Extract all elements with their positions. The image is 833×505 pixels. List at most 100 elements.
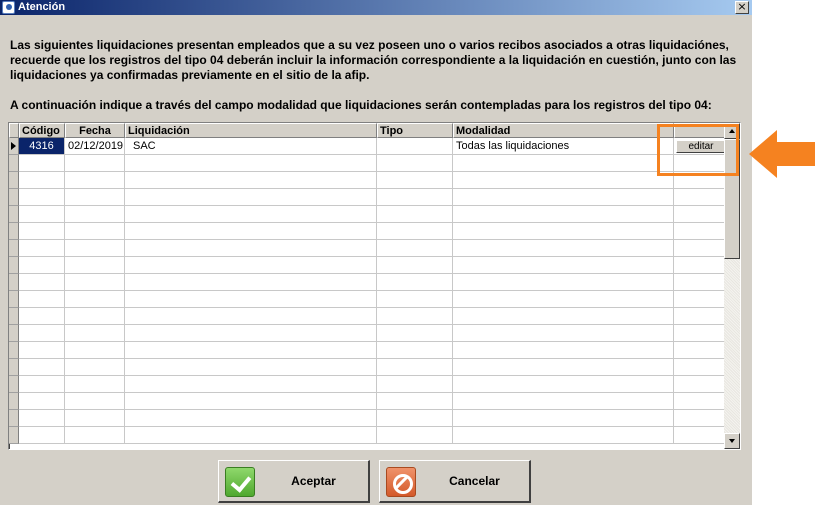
empty-cell[interactable] (453, 308, 674, 325)
empty-cell[interactable] (65, 257, 125, 274)
empty-cell[interactable] (125, 308, 377, 325)
empty-cell[interactable] (125, 410, 377, 427)
empty-cell[interactable] (674, 427, 725, 444)
column-header-modalidad[interactable]: Modalidad (453, 123, 674, 138)
row-indicator[interactable] (9, 274, 19, 291)
empty-cell[interactable] (377, 240, 453, 257)
row-indicator[interactable] (9, 359, 19, 376)
empty-cell[interactable] (19, 308, 65, 325)
empty-row[interactable] (9, 342, 725, 359)
empty-cell[interactable] (377, 257, 453, 274)
empty-row[interactable] (9, 376, 725, 393)
empty-cell[interactable] (377, 274, 453, 291)
empty-cell[interactable] (453, 342, 674, 359)
empty-cell[interactable] (65, 172, 125, 189)
empty-cell[interactable] (65, 359, 125, 376)
empty-cell[interactable] (19, 189, 65, 206)
empty-cell[interactable] (377, 172, 453, 189)
empty-cell[interactable] (377, 376, 453, 393)
empty-cell[interactable] (674, 393, 725, 410)
empty-cell[interactable] (453, 376, 674, 393)
row-indicator[interactable] (9, 393, 19, 410)
empty-row[interactable] (9, 410, 725, 427)
empty-cell[interactable] (19, 274, 65, 291)
empty-cell[interactable] (65, 274, 125, 291)
row-indicator[interactable] (9, 240, 19, 257)
empty-cell[interactable] (377, 325, 453, 342)
empty-cell[interactable] (65, 223, 125, 240)
cell-tipo[interactable] (377, 138, 453, 155)
column-header-liquidacion[interactable]: Liquidación (125, 123, 377, 138)
close-button[interactable]: × (735, 1, 749, 14)
row-indicator[interactable] (9, 189, 19, 206)
empty-cell[interactable] (674, 325, 725, 342)
row-indicator[interactable] (9, 376, 19, 393)
row-indicator[interactable] (9, 325, 19, 342)
empty-row[interactable] (9, 393, 725, 410)
empty-cell[interactable] (65, 410, 125, 427)
empty-cell[interactable] (125, 291, 377, 308)
empty-cell[interactable] (377, 410, 453, 427)
empty-cell[interactable] (125, 342, 377, 359)
empty-cell[interactable] (674, 359, 725, 376)
empty-cell[interactable] (377, 359, 453, 376)
empty-row[interactable] (9, 206, 725, 223)
empty-cell[interactable] (453, 325, 674, 342)
empty-cell[interactable] (65, 342, 125, 359)
empty-cell[interactable] (377, 342, 453, 359)
empty-cell[interactable] (65, 206, 125, 223)
row-indicator[interactable] (9, 342, 19, 359)
row-indicator[interactable] (9, 257, 19, 274)
empty-cell[interactable] (674, 376, 725, 393)
empty-cell[interactable] (453, 155, 674, 172)
empty-cell[interactable] (377, 427, 453, 444)
empty-cell[interactable] (125, 240, 377, 257)
empty-cell[interactable] (453, 189, 674, 206)
empty-cell[interactable] (453, 172, 674, 189)
empty-row[interactable] (9, 155, 725, 172)
empty-cell[interactable] (377, 206, 453, 223)
empty-row[interactable] (9, 274, 725, 291)
row-indicator[interactable] (9, 206, 19, 223)
empty-row[interactable] (9, 257, 725, 274)
empty-cell[interactable] (65, 376, 125, 393)
empty-row[interactable] (9, 291, 725, 308)
empty-cell[interactable] (125, 359, 377, 376)
empty-cell[interactable] (453, 223, 674, 240)
row-indicator[interactable] (9, 308, 19, 325)
empty-cell[interactable] (19, 342, 65, 359)
empty-cell[interactable] (19, 410, 65, 427)
empty-cell[interactable] (453, 410, 674, 427)
empty-cell[interactable] (453, 359, 674, 376)
empty-row[interactable] (9, 427, 725, 444)
empty-cell[interactable] (674, 342, 725, 359)
column-header-tipo[interactable]: Tipo (377, 123, 453, 138)
scroll-down-button[interactable] (724, 433, 740, 449)
empty-cell[interactable] (377, 223, 453, 240)
empty-row[interactable] (9, 172, 725, 189)
empty-cell[interactable] (65, 308, 125, 325)
cell-liquidacion[interactable]: SAC (125, 138, 377, 155)
empty-cell[interactable] (125, 206, 377, 223)
empty-cell[interactable] (65, 427, 125, 444)
empty-cell[interactable] (19, 240, 65, 257)
empty-cell[interactable] (125, 257, 377, 274)
column-header-codigo[interactable]: Código (19, 123, 65, 138)
empty-cell[interactable] (125, 155, 377, 172)
empty-cell[interactable] (453, 257, 674, 274)
accept-button[interactable]: Aceptar (218, 460, 370, 503)
empty-cell[interactable] (65, 155, 125, 172)
empty-cell[interactable] (125, 223, 377, 240)
row-indicator[interactable] (9, 155, 19, 172)
empty-cell[interactable] (453, 240, 674, 257)
empty-cell[interactable] (19, 427, 65, 444)
empty-cell[interactable] (19, 172, 65, 189)
empty-cell[interactable] (674, 274, 725, 291)
empty-cell[interactable] (377, 189, 453, 206)
empty-cell[interactable] (453, 291, 674, 308)
empty-cell[interactable] (19, 291, 65, 308)
empty-cell[interactable] (19, 325, 65, 342)
cell-codigo[interactable]: 4316 (19, 138, 65, 155)
empty-cell[interactable] (674, 291, 725, 308)
row-indicator[interactable] (9, 223, 19, 240)
